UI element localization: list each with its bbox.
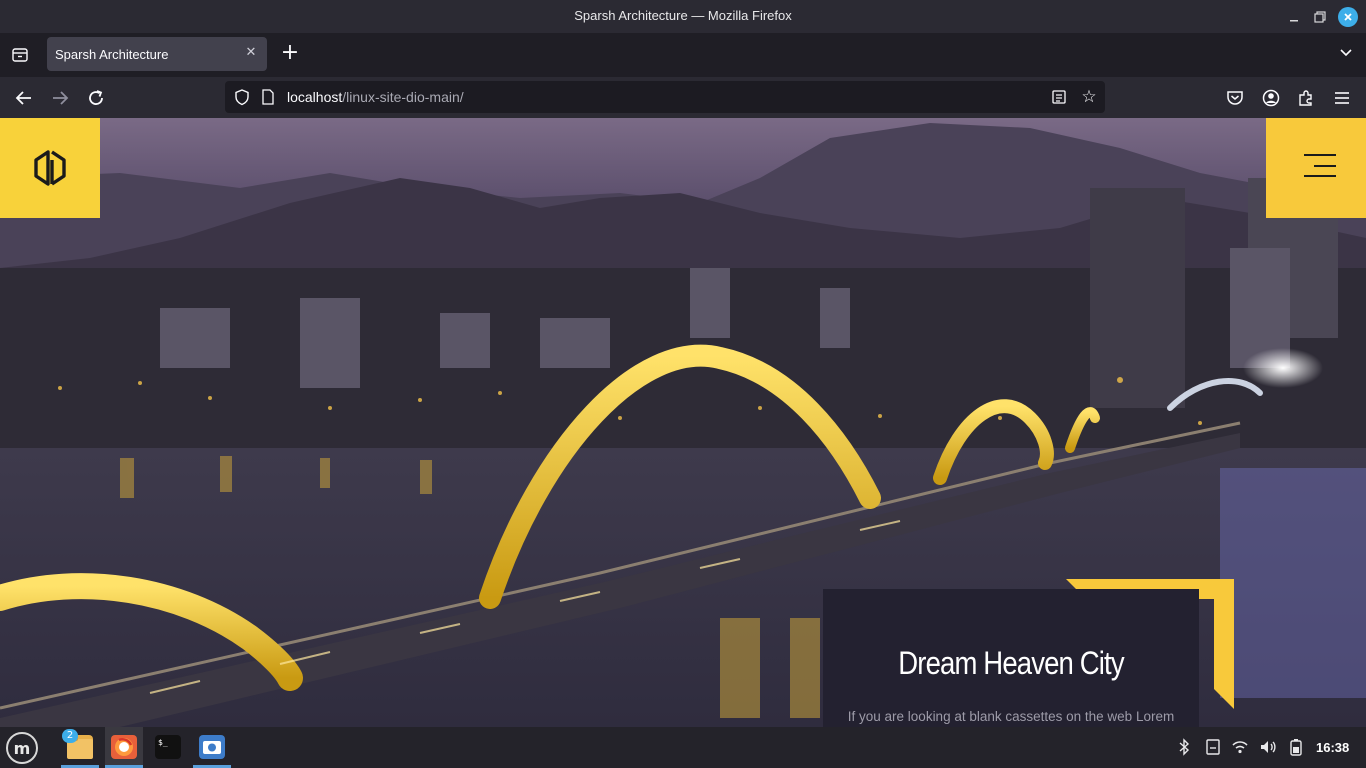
chevron-down-icon[interactable] [1336,45,1356,65]
close-icon[interactable] [1338,7,1358,27]
minimize-icon[interactable] [1284,7,1304,27]
caption-card: Dream Heaven City If you are looking at … [823,589,1199,727]
taskbar-screenshot[interactable] [193,727,231,768]
reader-icon[interactable] [1051,89,1067,105]
notes-icon[interactable] [1204,738,1222,756]
caption-text: If you are looking at blank cassettes on… [847,709,1175,724]
account-icon[interactable] [1260,87,1282,109]
shield-icon[interactable] [233,88,251,106]
menu-line [1304,154,1336,156]
logo-mark-icon [34,150,66,186]
pocket-icon[interactable] [1224,87,1246,109]
url-text[interactable]: localhost/linux-site-dio-main/ [287,89,464,105]
firefox-icon [111,735,137,759]
star-icon[interactable]: ☆ [1079,87,1099,107]
tab-sparsh-architecture[interactable]: Sparsh Architecture ✕ [47,37,267,71]
forward-icon[interactable] [48,86,72,110]
tab-label: Sparsh Architecture [55,47,169,62]
bluetooth-icon[interactable] [1175,738,1193,756]
tab-close-icon[interactable]: ✕ [243,45,259,61]
battery-icon[interactable] [1287,738,1305,756]
wifi-icon[interactable] [1231,738,1249,756]
taskbar-files[interactable]: 2 [61,727,99,768]
taskbar-firefox[interactable] [105,727,143,768]
start-menu-icon[interactable]: m [6,732,38,764]
terminal-icon: $_ [155,735,181,759]
navigation-toolbar: localhost/linux-site-dio-main/ ☆ [0,77,1366,118]
url-bar[interactable]: localhost/linux-site-dio-main/ ☆ [225,81,1105,113]
web-page: Dream Heaven City If you are looking at … [0,118,1366,727]
reload-icon[interactable] [84,86,108,110]
svg-text:$_: $_ [158,738,168,747]
menu-line [1314,165,1336,167]
menu-line [1304,175,1336,177]
menu-icon[interactable] [1331,87,1353,109]
screenshot-icon [199,735,225,759]
files-badge: 2 [62,729,78,743]
taskbar: m 2 $_ 16:38 [0,727,1366,768]
volume-icon[interactable] [1259,738,1277,756]
back-icon[interactable] [12,86,36,110]
caption-title: Dream Heaven City [898,645,1124,681]
url-host: localhost [287,89,343,105]
tab-strip: Sparsh Architecture ✕ + [0,33,1366,77]
window-titlebar: Sparsh Architecture — Mozilla Firefox [0,0,1366,33]
site-logo[interactable] [0,118,100,218]
taskbar-terminal[interactable]: $_ [149,727,187,768]
clock[interactable]: 16:38 [1316,740,1349,755]
url-path: /linux-site-dio-main/ [342,89,464,105]
maximize-icon[interactable] [1310,7,1330,27]
window-title: Sparsh Architecture — Mozilla Firefox [574,8,792,23]
extensions-icon[interactable] [1295,87,1317,109]
page-icon[interactable] [261,89,275,105]
new-tab-button[interactable]: + [279,42,301,65]
hamburger-menu-button[interactable] [1266,118,1366,218]
tab-list-icon[interactable] [9,44,31,66]
